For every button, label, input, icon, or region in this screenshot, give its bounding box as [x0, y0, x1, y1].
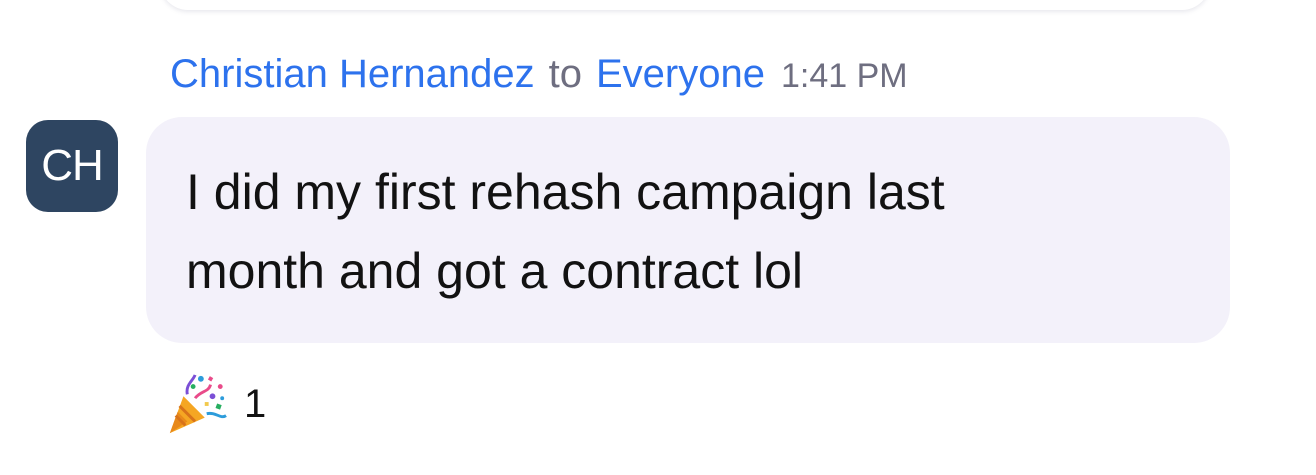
party-popper-icon	[169, 374, 227, 434]
previous-message-bubble	[160, 0, 1210, 10]
message-bubble[interactable]: I did my first rehash campaign last mont…	[146, 117, 1230, 343]
message-text: I did my first rehash campaign last mont…	[186, 164, 945, 299]
chat-panel: Christian Hernandez to Everyone 1:41 PM …	[0, 0, 1316, 475]
avatar-initials: CH	[41, 141, 104, 190]
reaction-count: 1	[244, 381, 267, 426]
recipient-name[interactable]: Everyone	[596, 52, 765, 97]
to-label: to	[548, 52, 582, 96]
message-header: Christian Hernandez to Everyone 1:41 PM	[170, 52, 908, 108]
avatar[interactable]: CH	[26, 120, 118, 212]
message-timestamp: 1:41 PM	[780, 57, 908, 95]
reaction-badge[interactable]: 1	[166, 372, 266, 436]
sender-name[interactable]: Christian Hernandez	[170, 52, 535, 97]
